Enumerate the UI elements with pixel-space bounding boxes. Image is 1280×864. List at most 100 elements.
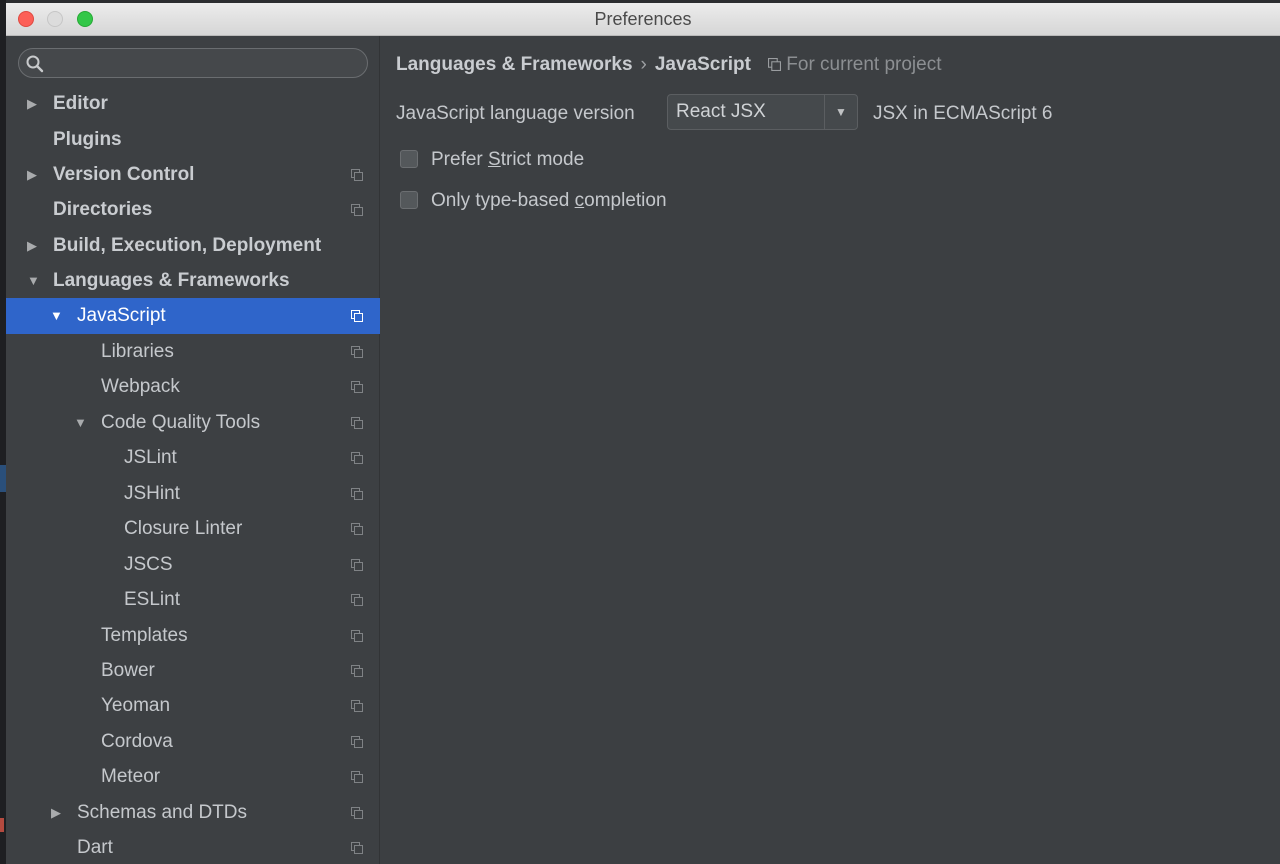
tree-item-dart[interactable]: Dart bbox=[6, 830, 380, 864]
tree-item-label: Dart bbox=[77, 837, 113, 858]
label-part: Prefer bbox=[431, 149, 489, 170]
tree-item-label: JSHint bbox=[124, 483, 180, 504]
tree-item-label: Cordova bbox=[101, 731, 173, 752]
project-scope-icon bbox=[351, 771, 363, 783]
breadcrumb: Languages & Frameworks › JavaScript For cu… bbox=[396, 54, 942, 78]
project-scope-icon bbox=[351, 310, 363, 322]
project-scope-icon bbox=[351, 381, 363, 393]
prefer-strict-mode-checkbox[interactable]: Prefer Strict mode bbox=[400, 148, 1000, 172]
tree-item-label: JavaScript bbox=[77, 305, 166, 326]
tree-item-label: Editor bbox=[53, 93, 108, 114]
label-part: Only type-based bbox=[431, 190, 575, 211]
tree-item-jshint[interactable]: JSHint bbox=[6, 476, 380, 512]
preferences-window: Preferences ▶ Editor Plugins ▶ Version C… bbox=[6, 3, 1280, 864]
window-title: Preferences bbox=[594, 9, 692, 29]
tree-item-schemas-dtds[interactable]: ▶ Schemas and DTDs bbox=[6, 795, 380, 831]
project-scope-icon bbox=[351, 807, 363, 819]
tree-item-jslint[interactable]: JSLint bbox=[6, 440, 380, 476]
tree-item-plugins[interactable]: Plugins bbox=[6, 122, 380, 158]
project-scope-icon bbox=[351, 523, 363, 535]
label-part: ompletion bbox=[584, 190, 667, 211]
tree-item-label: Code Quality Tools bbox=[101, 412, 261, 433]
mnemonic-letter: S bbox=[488, 149, 501, 170]
project-scope-icon bbox=[351, 665, 363, 677]
label-part: trict mode bbox=[500, 149, 585, 170]
tree-item-bower[interactable]: Bower bbox=[6, 653, 380, 689]
tree-item-label: Schemas and DTDs bbox=[77, 802, 248, 823]
breadcrumb-separator: › bbox=[640, 54, 647, 75]
expand-arrow-icon[interactable]: ▶ bbox=[27, 228, 43, 264]
breadcrumb-parent: Languages & Frameworks bbox=[396, 54, 633, 75]
settings-content-panel: Languages & Frameworks › JavaScript For cu… bbox=[380, 36, 1280, 864]
project-scope-label: For current project bbox=[786, 54, 942, 75]
checkbox-label[interactable]: Only type-based completion bbox=[431, 189, 667, 213]
collapse-arrow-icon[interactable]: ▼ bbox=[50, 298, 66, 334]
tree-item-label: Webpack bbox=[101, 376, 180, 397]
tree-item-code-quality-tools[interactable]: ▼ Code Quality Tools bbox=[6, 405, 380, 441]
checkbox-label[interactable]: Prefer Strict mode bbox=[431, 148, 584, 172]
chevron-down-icon[interactable]: ▼ bbox=[825, 95, 857, 129]
project-scope-icon bbox=[351, 488, 363, 500]
tree-item-version-control[interactable]: ▶ Version Control bbox=[6, 157, 380, 193]
project-scope-icon bbox=[768, 58, 782, 71]
mnemonic-letter: c bbox=[574, 190, 585, 211]
project-scope-icon bbox=[351, 204, 363, 216]
search-icon bbox=[26, 55, 44, 73]
tree-item-label: Bower bbox=[101, 660, 155, 681]
editor-marker bbox=[0, 818, 4, 832]
title-bar: Preferences bbox=[6, 3, 1280, 36]
language-version-label: JavaScript language version bbox=[396, 103, 635, 124]
language-version-value: React JSX bbox=[676, 101, 766, 122]
tree-item-yeoman[interactable]: Yeoman bbox=[6, 688, 380, 724]
tree-item-javascript[interactable]: ▼ JavaScript bbox=[6, 298, 380, 334]
expand-arrow-icon[interactable]: ▶ bbox=[27, 157, 43, 193]
project-scope-icon bbox=[351, 559, 363, 571]
tree-item-label: JSCS bbox=[124, 554, 173, 575]
expand-arrow-icon[interactable]: ▶ bbox=[51, 795, 67, 831]
project-scope-icon bbox=[351, 346, 363, 358]
settings-search-input[interactable] bbox=[18, 48, 368, 78]
project-scope-icon bbox=[351, 452, 363, 464]
tree-item-label: Libraries bbox=[101, 341, 174, 362]
tree-item-cordova[interactable]: Cordova bbox=[6, 724, 380, 760]
tree-item-label: Plugins bbox=[53, 129, 122, 150]
tree-item-label: Templates bbox=[101, 625, 188, 646]
tree-item-label: ESLint bbox=[124, 589, 180, 610]
tree-item-meteor[interactable]: Meteor bbox=[6, 759, 380, 795]
expand-arrow-icon[interactable]: ▶ bbox=[27, 86, 43, 122]
tree-item-eslint[interactable]: ESLint bbox=[6, 582, 380, 618]
breadcrumb-current: JavaScript bbox=[654, 54, 751, 75]
settings-sidebar: ▶ Editor Plugins ▶ Version Control Direc… bbox=[6, 36, 380, 864]
tree-item-languages-frameworks[interactable]: ▼ Languages & Frameworks bbox=[6, 263, 380, 299]
project-scope-icon bbox=[351, 417, 363, 429]
tree-item-closure-linter[interactable]: Closure Linter bbox=[6, 511, 380, 547]
project-scope-icon bbox=[351, 169, 363, 181]
tree-item-editor[interactable]: ▶ Editor bbox=[6, 86, 380, 122]
language-version-hint: JSX in ECMAScript 6 bbox=[873, 103, 1053, 124]
project-scope-icon bbox=[351, 736, 363, 748]
tree-item-label: Languages & Frameworks bbox=[53, 270, 290, 291]
project-scope-icon bbox=[351, 842, 363, 854]
project-scope-icon bbox=[351, 630, 363, 642]
tree-item-label: JSLint bbox=[124, 447, 177, 468]
project-scope-icon bbox=[351, 700, 363, 712]
tree-item-directories[interactable]: Directories bbox=[6, 192, 380, 228]
tree-item-label: Directories bbox=[53, 199, 153, 220]
tree-item-jscs[interactable]: JSCS bbox=[6, 547, 380, 583]
tree-item-label: Meteor bbox=[101, 766, 161, 787]
tree-item-libraries[interactable]: Libraries bbox=[6, 334, 380, 370]
checkbox-box[interactable] bbox=[400, 150, 418, 168]
tree-item-label: Closure Linter bbox=[124, 518, 243, 539]
collapse-arrow-icon[interactable]: ▼ bbox=[27, 263, 43, 299]
language-version-select[interactable]: React JSX ▼ bbox=[667, 94, 858, 130]
collapse-arrow-icon[interactable]: ▼ bbox=[74, 405, 90, 441]
type-based-completion-checkbox[interactable]: Only type-based completion bbox=[400, 189, 1000, 213]
tree-item-label: Yeoman bbox=[101, 695, 171, 716]
tree-item-webpack[interactable]: Webpack bbox=[6, 369, 380, 405]
tree-item-build-execution-deployment[interactable]: ▶ Build, Execution, Deployment bbox=[6, 228, 380, 264]
tree-item-templates[interactable]: Templates bbox=[6, 618, 380, 654]
checkbox-box[interactable] bbox=[400, 191, 418, 209]
project-scope-icon bbox=[351, 594, 363, 606]
tree-item-label: Build, Execution, Deployment bbox=[53, 235, 322, 256]
tree-item-label: Version Control bbox=[53, 164, 195, 185]
